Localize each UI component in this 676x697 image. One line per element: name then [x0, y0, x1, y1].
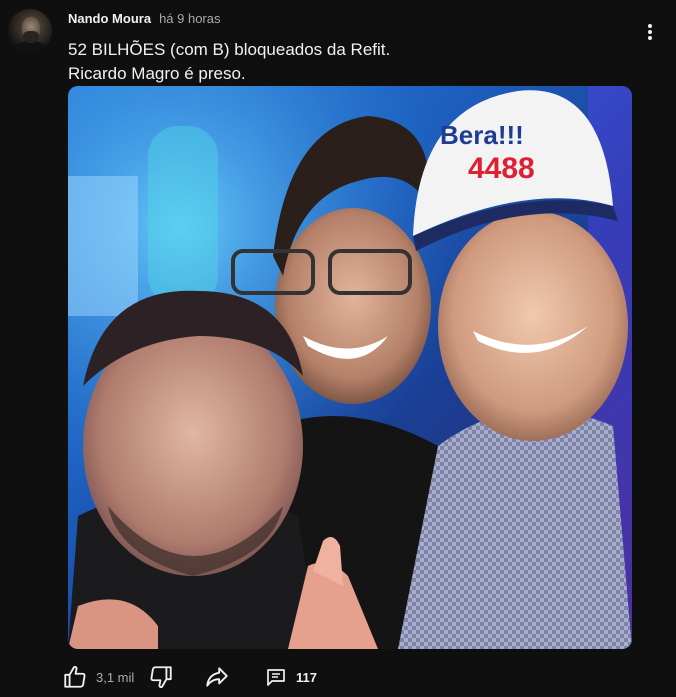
post-image[interactable]: Bera!!! 4488	[68, 86, 632, 649]
like-button[interactable]: 3,1 mil	[62, 662, 134, 692]
post-header: Nando Moura há 9 horas	[68, 11, 221, 26]
action-bar: 3,1 mil 117	[62, 662, 362, 692]
comment-button[interactable]: 117	[264, 662, 317, 692]
post-text-line: 52 BILHÕES (com B) bloqueados da Refit.	[68, 40, 391, 59]
more-vert-icon[interactable]	[636, 22, 664, 42]
thumbs-up-icon	[62, 664, 88, 690]
author-name[interactable]: Nando Moura	[68, 11, 151, 26]
share-icon	[204, 664, 230, 690]
cap-text-top: Bera!!!	[440, 120, 524, 150]
thumbs-down-icon	[148, 664, 174, 690]
post-text-line: Ricardo Magro é preso.	[68, 64, 246, 83]
post-time[interactable]: há 9 horas	[159, 11, 220, 26]
comment-icon	[264, 665, 288, 689]
post-text: 52 BILHÕES (com B) bloqueados da Refit. …	[68, 38, 628, 86]
like-count: 3,1 mil	[96, 669, 135, 685]
comment-count: 117	[296, 669, 317, 685]
dislike-button[interactable]	[148, 662, 174, 692]
cap-text-number: 4488	[468, 152, 535, 185]
author-avatar[interactable]	[8, 9, 52, 53]
share-button[interactable]	[204, 662, 230, 692]
